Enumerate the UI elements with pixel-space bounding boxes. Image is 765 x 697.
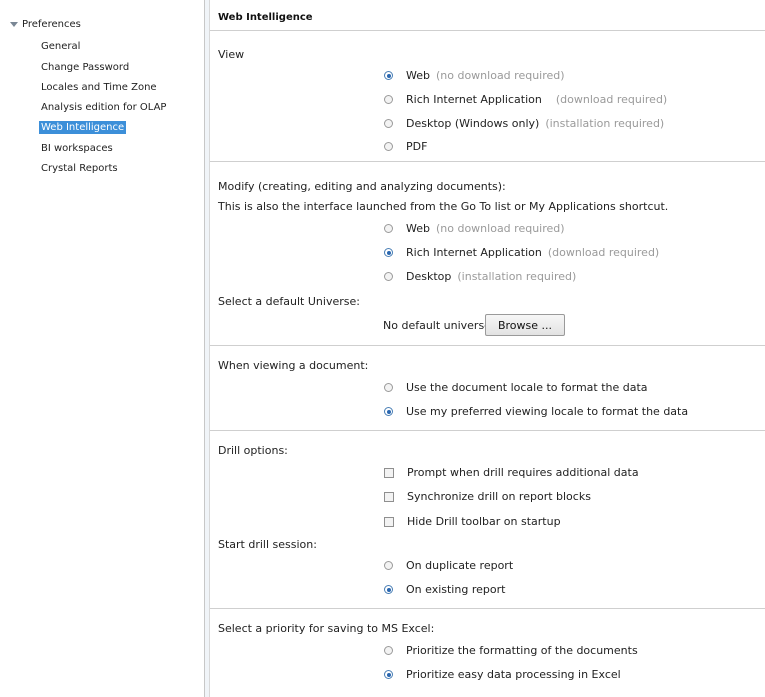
radio-button[interactable] [384, 585, 393, 594]
radio-button[interactable] [384, 95, 393, 104]
modify-section-description: This is also the interface launched from… [218, 200, 669, 213]
sidebar-item-crystal-reports[interactable]: Crystal Reports [39, 162, 120, 175]
radio-button[interactable] [384, 142, 393, 151]
web-intelligence-settings: Web Intelligence View Web (no download r… [210, 0, 765, 697]
preferences-tree-root[interactable]: Preferences [10, 19, 81, 30]
excel-priority-label: Select a priority for saving to MS Excel… [218, 622, 435, 635]
modify-option-rich-internet[interactable]: Rich Internet Application (download requ… [384, 246, 659, 259]
excel-option-data-processing[interactable]: Prioritize easy data processing in Excel [384, 668, 621, 681]
checkbox[interactable] [384, 516, 394, 527]
divider [210, 161, 765, 162]
sidebar-item-bi-workspaces[interactable]: BI workspaces [39, 142, 115, 155]
divider [210, 430, 765, 431]
excel-option-formatting[interactable]: Prioritize the formatting of the documen… [384, 644, 638, 657]
drill-options-label: Drill options: [218, 444, 288, 457]
modify-option-web[interactable]: Web (no download required) [384, 222, 565, 235]
view-section-label: View [218, 48, 245, 61]
view-option-desktop[interactable]: Desktop (Windows only) (installation req… [384, 117, 664, 130]
divider [210, 30, 765, 31]
page-title: Web Intelligence [218, 12, 313, 23]
sidebar-item-change-password[interactable]: Change Password [39, 61, 131, 74]
drill-session-existing[interactable]: On existing report [384, 583, 505, 596]
divider [210, 345, 765, 346]
radio-button[interactable] [384, 646, 393, 655]
radio-button[interactable] [384, 119, 393, 128]
radio-button[interactable] [384, 383, 393, 392]
default-universe-label: Select a default Universe: [218, 295, 360, 308]
sidebar-item-analysis-olap[interactable]: Analysis edition for OLAP [39, 101, 168, 114]
view-option-web[interactable]: Web (no download required) [384, 69, 565, 82]
modify-option-desktop[interactable]: Desktop (installation required) [384, 270, 576, 283]
radio-button[interactable] [384, 561, 393, 570]
browse-button[interactable]: Browse ... [485, 314, 565, 336]
collapse-triangle-icon[interactable] [10, 22, 18, 27]
viewing-option-document-locale[interactable]: Use the document locale to format the da… [384, 381, 648, 394]
preferences-root-label: Preferences [22, 19, 81, 30]
viewing-option-preferred-locale[interactable]: Use my preferred viewing locale to forma… [384, 405, 688, 418]
radio-button[interactable] [384, 272, 393, 281]
radio-button[interactable] [384, 224, 393, 233]
preferences-sidebar: Preferences General Change Password Loca… [0, 0, 205, 697]
view-option-rich-internet[interactable]: Rich Internet Application (download requ… [384, 93, 667, 106]
sidebar-item-web-intelligence[interactable]: Web Intelligence [39, 121, 127, 134]
sidebar-item-general[interactable]: General [39, 40, 82, 53]
checkbox[interactable] [384, 467, 394, 478]
radio-button[interactable] [384, 71, 393, 80]
checkbox[interactable] [384, 491, 394, 502]
drill-check-prompt[interactable]: Prompt when drill requires additional da… [384, 466, 639, 479]
drill-check-hide-toolbar[interactable]: Hide Drill toolbar on startup [384, 515, 561, 528]
modify-section-label: Modify (creating, editing and analyzing … [218, 180, 506, 193]
radio-button[interactable] [384, 248, 393, 257]
viewing-section-label: When viewing a document: [218, 359, 369, 372]
drill-session-duplicate[interactable]: On duplicate report [384, 559, 513, 572]
default-universe-value: No default universe [383, 319, 491, 332]
radio-button[interactable] [384, 670, 393, 679]
divider [210, 608, 765, 609]
radio-button[interactable] [384, 407, 393, 416]
drill-check-synchronize[interactable]: Synchronize drill on report blocks [384, 490, 591, 503]
drill-session-label: Start drill session: [218, 538, 317, 551]
sidebar-item-locales-time-zone[interactable]: Locales and Time Zone [39, 81, 159, 94]
view-option-pdf[interactable]: PDF [384, 140, 427, 153]
